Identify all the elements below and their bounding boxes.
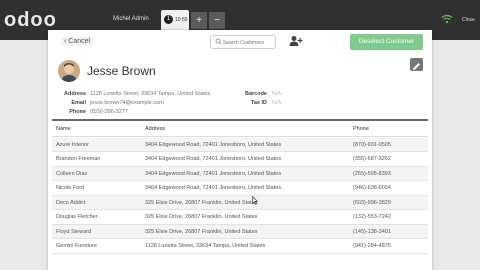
table-row[interactable]: Colleen Diaz 3404 Edgewood Road, 72401 J… [52, 166, 428, 181]
cancel-button[interactable]: ‹ Cancel [61, 37, 94, 46]
table-row[interactable]: Nicole Ford 3404 Edgewood Road, 72401 Jo… [52, 181, 428, 196]
row-name: Brandon Freeman [56, 156, 101, 162]
tax-id-value: N/A [272, 100, 282, 106]
row-address: 3404 Edgewood Road, 72401 Jonesboro, Uni… [145, 170, 282, 177]
email-label: Email [71, 100, 86, 106]
search-box[interactable] [210, 35, 276, 49]
edit-customer-icon[interactable] [410, 58, 423, 71]
row-phone: (946)-638-6034 [353, 185, 391, 191]
address-value: 1128 Lunetta Street, 33634 Tampa, United… [90, 91, 211, 97]
mouse-cursor-icon [252, 196, 258, 205]
table-row[interactable]: Azure Interior 3404 Edgewood Road, 72401… [52, 137, 428, 152]
deselect-customer-button[interactable]: Deselect Customer [350, 34, 423, 50]
row-address: 1128 Lunetta Street, 33634 Tampa, United… [145, 243, 266, 249]
table-row[interactable]: Brandon Freeman 3404 Edgewood Road, 7240… [52, 152, 428, 167]
row-phone: (355)-687-3262 [353, 156, 391, 162]
new-order-button[interactable]: + [191, 12, 207, 29]
address-label: Address [63, 91, 86, 97]
row-address: 325 Elsie Drive, 26807 Franklin, United … [145, 228, 258, 235]
table-row[interactable]: Douglas Fletcher 325 Elsie Drive, 26807 … [52, 210, 428, 225]
email-value: jesse.brown74@example.com [90, 100, 164, 106]
phone-label: Phone [69, 109, 86, 115]
close-button[interactable]: Close [462, 17, 475, 23]
row-name: Azure Interior [56, 141, 90, 148]
wifi-icon [441, 14, 453, 24]
order-time: 10:55 [175, 17, 188, 23]
row-address: 3404 Edgewood Road, 72401 Jonesboro, Uni… [145, 156, 282, 162]
row-address: 325 Elsie Drive, 26807 Franklin, United … [145, 214, 258, 220]
header-name: Name [56, 126, 71, 132]
barcode-value: N/A [272, 91, 282, 97]
table-header: Name Address Phone [52, 122, 428, 137]
customer-avatar [58, 60, 80, 82]
order-tab[interactable]: 1 10:55 [161, 10, 189, 30]
row-address: 3404 Edgewood Road, 72401 Jonesboro, Uni… [145, 185, 282, 191]
tax-id-label: Tax ID [250, 100, 267, 106]
phone-value: (829)-386-3277 [90, 109, 128, 115]
search-icon [215, 38, 222, 45]
barcode-label: Barcode [244, 91, 267, 97]
row-name: Douglas Fletcher [56, 214, 98, 220]
row-address: 3404 Edgewood Road, 72401 Jonesboro, Uni… [145, 141, 282, 148]
row-name: Nicole Ford [56, 185, 85, 191]
row-phone: (145)-138-3401 [353, 228, 391, 235]
order-number-badge: 1 [164, 15, 173, 24]
row-name: Floyd Steward [56, 228, 92, 235]
row-phone: (255)-595-8393 [353, 170, 391, 177]
customer-name: Jesse Brown [87, 64, 156, 78]
table-row[interactable]: Floyd Steward 325 Elsie Drive, 26807 Fra… [52, 224, 428, 239]
section-divider [52, 119, 428, 121]
row-phone: (941)-284-4875 [353, 243, 391, 249]
table-row[interactable]: Deco Addict 325 Elsie Drive, 26807 Frank… [52, 195, 428, 210]
add-customer-icon[interactable] [289, 35, 303, 47]
table-row[interactable]: Gemini Furniture 1128 Lunetta Street, 33… [52, 239, 428, 254]
search-customers-input[interactable] [223, 37, 275, 48]
delete-order-button[interactable]: − [209, 12, 225, 29]
odoo-logo: odoo [4, 9, 57, 31]
chevron-left-icon: ‹ [64, 38, 67, 45]
row-phone: (603)-996-3829 [353, 199, 391, 206]
row-name: Colleen Diaz [56, 170, 88, 177]
row-name: Gemini Furniture [56, 243, 97, 249]
row-name: Deco Addict [56, 199, 86, 206]
cancel-label: Cancel [68, 38, 91, 45]
row-phone: (132)-553-7242 [353, 214, 391, 220]
row-phone: (870)-931-0505 [353, 141, 391, 148]
row-address: 325 Elsie Drive, 26807 Franklin, United … [145, 199, 258, 206]
current-user[interactable]: Michel Admin [113, 16, 149, 22]
header-address: Address [145, 126, 166, 132]
header-phone: Phone [353, 126, 369, 132]
